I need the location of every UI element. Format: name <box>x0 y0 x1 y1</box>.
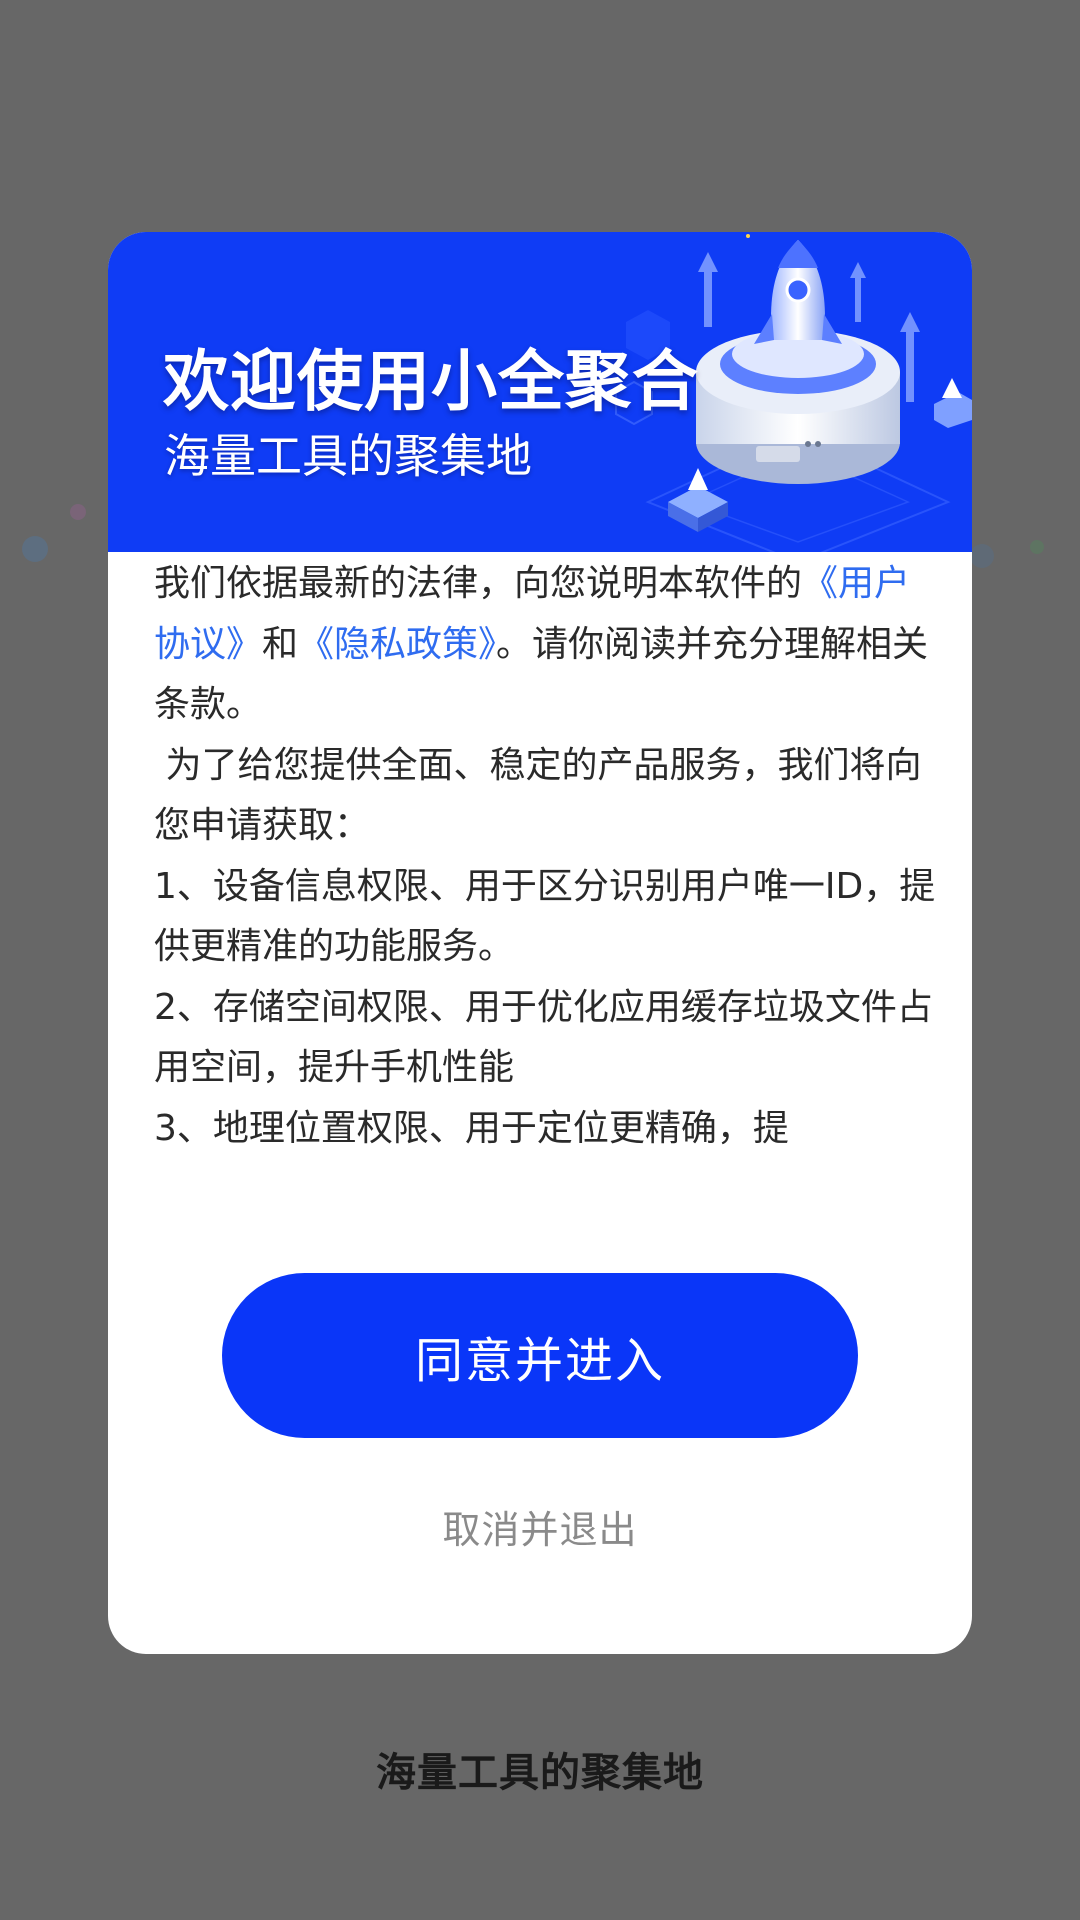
screen: 欢迎使用小全聚合 海量工具的聚集地 我们依据最新的法律，向您说明本软件的《用户协… <box>0 0 1080 1920</box>
background-decoration-dot <box>1030 540 1044 554</box>
agreement-intro: 我们依据最新的法律，向您说明本软件的《用户协议》和《隐私政策》。请你阅读并充分理… <box>154 554 944 736</box>
permission-item: 1、设备信息权限、用于区分识别用户唯一ID，提供更精准的功能服务。 <box>154 865 936 968</box>
banner-title: 欢迎使用小全聚合 <box>163 343 699 420</box>
background-decoration-dot <box>970 544 994 568</box>
agreement-content[interactable]: 我们依据最新的法律，向您说明本软件的《用户协议》和《隐私政策》。请你阅读并充分理… <box>154 554 944 1384</box>
welcome-banner: 欢迎使用小全聚合 海量工具的聚集地 <box>108 232 972 552</box>
cancel-and-exit-button[interactable]: 取消并退出 <box>340 1494 740 1558</box>
permission-item: 3、地理位置权限、用于定位更精确，提 <box>154 1107 789 1149</box>
intro-text: 我们依据最新的法律，向您说明本软件的 <box>154 563 803 604</box>
background-decoration-dot <box>22 536 48 562</box>
banner-subtitle: 海量工具的聚集地 <box>164 429 532 483</box>
agree-and-enter-button[interactable]: 同意并进入 <box>222 1273 858 1438</box>
and-text: 和 <box>262 623 299 665</box>
background-decoration-dot <box>70 504 86 520</box>
privacy-policy-link[interactable]: 《隐私政策》 <box>298 624 496 665</box>
service-intro: 为了给您提供全面、稳定的产品服务，我们将向您申请获取： <box>154 744 922 847</box>
privacy-consent-dialog: 欢迎使用小全聚合 海量工具的聚集地 我们依据最新的法律，向您说明本软件的《用户协… <box>108 232 972 1654</box>
permission-item: 2、存储空间权限、用于优化应用缓存垃圾文件占用空间，提升手机性能 <box>154 986 933 1089</box>
footer-tagline: 海量工具的聚集地 <box>376 1750 704 1796</box>
